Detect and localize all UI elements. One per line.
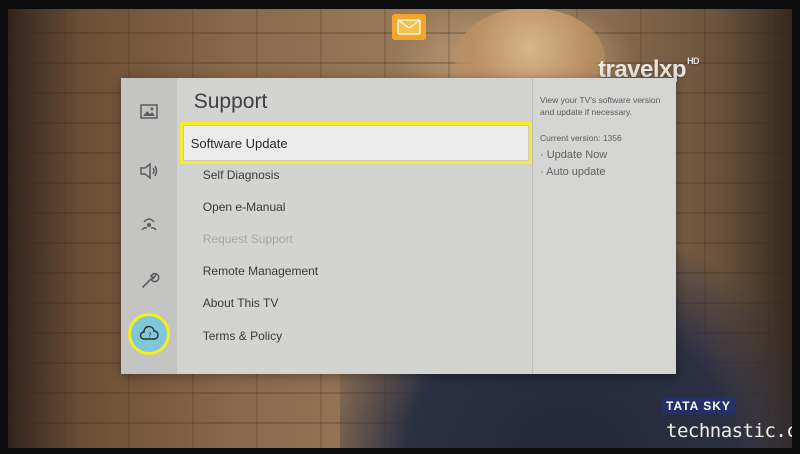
info-panel: View your TV's software version and upda… [532,78,676,374]
info-option-auto-update: · Auto update [540,166,606,178]
menu-item-remote-management[interactable]: Remote Management [203,264,318,278]
svg-text:?: ? [148,332,152,340]
brand-logo-sup: HD [687,56,700,66]
page-title: Support [193,90,268,113]
menu-item-about-this-tv[interactable]: About This TV [203,296,279,310]
broadcasting-icon [141,218,157,231]
channel-logo: TATA SKY [662,398,735,414]
watermark: technastic.com [666,420,800,442]
sidebar-item-sound[interactable] [134,156,164,186]
general-wrench-icon [142,272,160,288]
support-cloud-icon: ? [139,325,159,340]
sidebar-item-broadcasting[interactable] [134,208,164,238]
info-description: View your TV's software version and upda… [540,95,661,117]
menu-item-terms-policy[interactable]: Terms & Policy [203,329,282,343]
sound-icon [140,162,158,180]
sidebar-item-general[interactable] [134,265,164,295]
menu-item-self-diagnosis[interactable]: Self Diagnosis [203,168,280,182]
sidebar-item-support[interactable]: ? [128,313,170,355]
menu-item-label: Software Update [190,135,288,151]
menu-item-software-update[interactable]: Software Update [179,122,532,164]
settings-sidebar: ? [121,78,177,374]
menu-item-request-support: Request Support [202,232,293,246]
current-version: Current version: 1356 [540,133,622,143]
sidebar-item-picture[interactable] [134,97,164,127]
settings-panel: ? Support Software Update Self Diagnosis… [121,78,676,374]
picture-icon [140,104,158,119]
menu-item-open-e-manual[interactable]: Open e-Manual [203,200,286,214]
support-menu: Support Software Update Self Diagnosis O… [176,78,562,374]
info-option-update-now: · Update Now [540,149,608,161]
mail-icon [392,14,426,40]
